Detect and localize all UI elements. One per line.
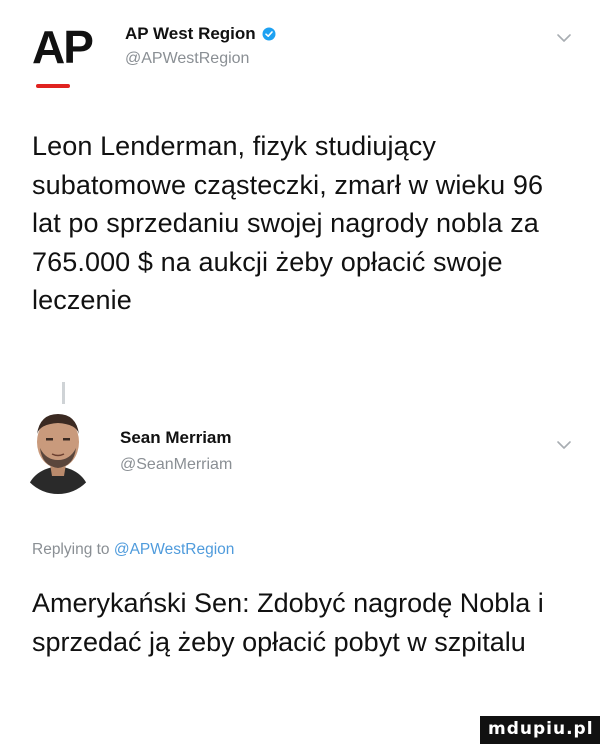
ap-logo[interactable]: AP: [32, 21, 102, 88]
watermark-logo: mdupiu.pl: [480, 716, 600, 744]
author-name[interactable]: AP West Region: [125, 24, 256, 44]
reply-author-handle[interactable]: @SeanMerriam: [120, 456, 232, 474]
ap-logo-red-bar: [36, 84, 70, 88]
author-name-row: AP West Region: [125, 24, 276, 44]
author-handle[interactable]: @APWestRegion: [125, 50, 276, 68]
chevron-down-icon[interactable]: [556, 440, 572, 450]
reply-author-name[interactable]: Sean Merriam: [120, 428, 232, 448]
chevron-down-icon[interactable]: [556, 33, 572, 43]
reply-tweet-header: Sean Merriam @SeanMerriam: [18, 404, 578, 504]
avatar-image: [18, 404, 98, 494]
tweet-text: Leon Lenderman, fizyk studiujący subatom…: [32, 131, 544, 315]
reply-text: Amerykański Sen: Zdobyć nagrodę Nobla i …: [32, 588, 544, 657]
replying-to-mention[interactable]: @APWestRegion: [114, 541, 235, 558]
avatar[interactable]: [18, 404, 98, 494]
replying-to-prefix: Replying to: [32, 541, 114, 558]
original-tweet-header: AP AP West Region @APWestRegion: [32, 18, 572, 88]
thread-connector-line: [62, 382, 65, 404]
watermark-text: mdupiu.pl: [488, 719, 594, 739]
replying-to-line: Replying to @APWestRegion: [32, 541, 234, 559]
ap-logo-text: AP: [32, 21, 94, 73]
verified-icon: [262, 27, 276, 41]
reply-author[interactable]: Sean Merriam @SeanMerriam: [120, 428, 232, 474]
tweet-author[interactable]: AP West Region @APWestRegion: [125, 24, 276, 68]
